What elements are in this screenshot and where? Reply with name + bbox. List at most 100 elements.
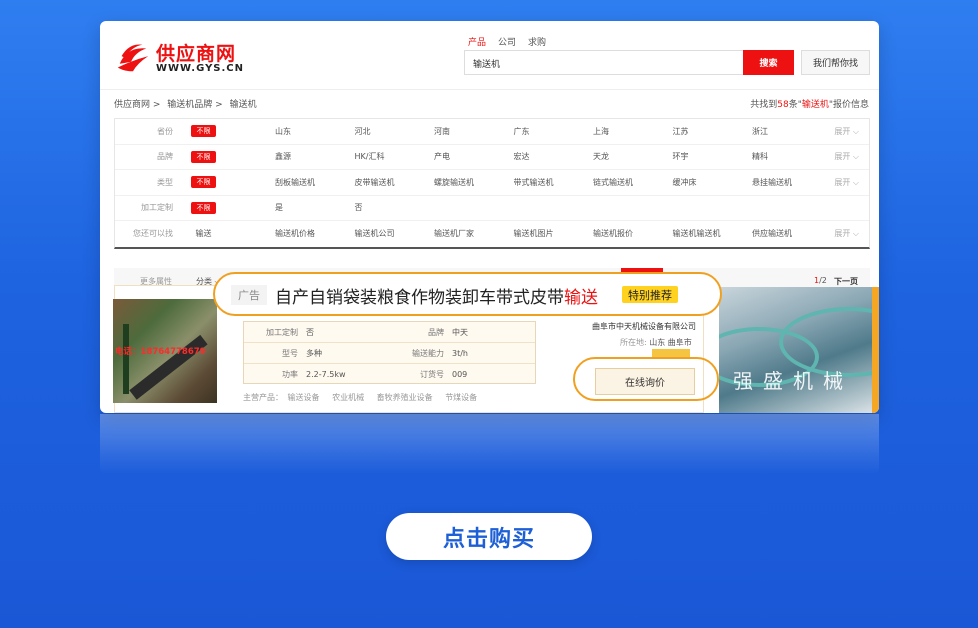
filter-option[interactable]: 刮板输送机	[275, 177, 355, 188]
spec-key: 功率	[282, 370, 298, 379]
filter-option[interactable]: 浙江	[752, 126, 832, 137]
inquiry-highlight-ring	[573, 357, 719, 401]
filter-option[interactable]: 悬挂输送机	[752, 177, 832, 188]
related-link[interactable]: 输送机价格	[275, 228, 355, 239]
filter-option[interactable]: 宏达	[514, 151, 594, 162]
tab-companies[interactable]: 公司	[498, 35, 516, 48]
related-link[interactable]: 输送机报价	[593, 228, 673, 239]
search-input[interactable]: 输送机	[464, 50, 744, 75]
filter-option[interactable]: 天龙	[593, 151, 673, 162]
filter-option[interactable]: 鑫源	[275, 151, 355, 162]
filter-options: 鑫源 HK/汇科 产电 宏达 天龙 环宇 精科	[275, 145, 832, 170]
side-ad-strip	[872, 287, 879, 413]
ad-tag: 广告	[231, 285, 267, 305]
filter-option[interactable]: 否	[355, 202, 435, 213]
filter-option[interactable]: HK/汇科	[355, 151, 435, 162]
spec-value: 009	[452, 370, 468, 379]
filter-row-province: 省份 不限 山东 河北 河南 广东 上海 江苏 浙江 展开 ⌵	[115, 119, 869, 145]
filter-option[interactable]: 缓冲床	[673, 177, 753, 188]
next-page-button[interactable]: 下一页	[834, 276, 858, 287]
breadcrumb-home[interactable]: 供应商网 >	[114, 100, 160, 110]
spec-key: 加工定制	[266, 327, 298, 337]
main-products-label: 主营产品：	[243, 393, 283, 402]
ad-banner[interactable]: 广告 自产自销袋装粮食作物装卸车带式皮带输送 特别推荐	[213, 272, 722, 316]
expand-button[interactable]: 展开 ⌵	[834, 177, 859, 188]
browser-card: 供应商网 WWW.GYS.CN 产品 公司 求购 输送机 搜索 我们帮你找 供应…	[100, 21, 879, 413]
ad-title: 自产自销袋装粮食作物装卸车带式皮带输送	[275, 283, 598, 308]
breadcrumb-brand[interactable]: 输送机品牌 >	[167, 100, 222, 110]
filter-option[interactable]: 链式输送机	[593, 177, 673, 188]
company-location: 所在地: 山东 曲阜市	[620, 337, 692, 348]
filter-option[interactable]: 是	[275, 202, 355, 213]
spec-key: 订货号	[420, 370, 444, 379]
spec-key: 型号	[282, 348, 298, 358]
expand-button[interactable]: 展开 ⌵	[834, 126, 859, 137]
main-product-link[interactable]: 农业机械	[332, 393, 364, 402]
filter-option[interactable]: 精科	[752, 151, 832, 162]
filter-option[interactable]: 河南	[434, 126, 514, 137]
filter-option[interactable]: 环宇	[673, 151, 753, 162]
spec-table: 加工定制 否 品牌 中天 型号 多种 输送能力 3t/h 功率 2.2-7.5k…	[243, 321, 536, 384]
filter-unlimited-badge[interactable]: 不限	[191, 150, 216, 163]
related-link[interactable]: 输送	[191, 228, 216, 240]
related-link[interactable]: 输送机厂家	[434, 228, 514, 239]
product-image[interactable]: 电话：18764778679	[113, 299, 217, 403]
spec-value: 中天	[452, 327, 468, 337]
filter-option[interactable]: 广东	[514, 126, 594, 137]
filter-label: 品牌	[157, 152, 173, 162]
related-link[interactable]: 供应输送机	[752, 228, 832, 239]
side-ad-image[interactable]: 强盛机械	[719, 287, 879, 413]
filter-option[interactable]: 河北	[355, 126, 435, 137]
spec-value: 3t/h	[452, 348, 468, 358]
spec-key: 品牌	[428, 327, 444, 337]
search-button[interactable]: 搜索	[743, 50, 794, 75]
page-indicator: 1/2	[814, 276, 827, 285]
expand-button[interactable]: 展开 ⌵	[834, 151, 859, 162]
main-product-link[interactable]: 节煤设备	[445, 393, 477, 402]
main-products: 主营产品： 输送设备 农业机械 畜牧养殖业设备 节煤设备	[243, 392, 487, 403]
filter-option[interactable]: 山东	[275, 126, 355, 137]
spec-row: 加工定制 否 品牌 中天	[244, 322, 535, 343]
filter-unlimited-badge[interactable]: 不限	[191, 201, 216, 214]
main-product-link[interactable]: 畜牧养殖业设备	[377, 393, 433, 402]
breadcrumb: 供应商网 > 输送机品牌 > 输送机	[114, 97, 261, 110]
site-logo[interactable]: 供应商网 WWW.GYS.CN	[114, 39, 254, 79]
filter-table: 省份 不限 山东 河北 河南 广东 上海 江苏 浙江 展开 ⌵ 品牌 不限 鑫源…	[114, 118, 870, 249]
filter-option[interactable]: 产电	[434, 151, 514, 162]
spec-row: 型号 多种 输送能力 3t/h	[244, 343, 535, 364]
logo-url: WWW.GYS.CN	[156, 63, 245, 74]
expand-button[interactable]: 展开 ⌵	[834, 228, 859, 239]
result-number: 58	[777, 100, 789, 110]
filter-option[interactable]: 上海	[593, 126, 673, 137]
tab-buying[interactable]: 求购	[528, 35, 546, 48]
result-suffix: "报价信息	[828, 100, 869, 110]
related-link[interactable]: 输送机图片	[514, 228, 594, 239]
side-ad-watermark: 强盛机械	[733, 369, 853, 393]
related-link[interactable]: 输送机公司	[355, 228, 435, 239]
tab-products[interactable]: 产品	[468, 35, 486, 48]
filter-option[interactable]: 江苏	[673, 126, 753, 137]
filter-label: 您还可以找	[133, 229, 173, 239]
spec-row: 功率 2.2-7.5kw 订货号 009	[244, 364, 535, 385]
special-recommend-badge: 特别推荐	[622, 286, 678, 303]
filter-label: 加工定制	[141, 203, 173, 213]
related-link[interactable]: 输送机输送机	[673, 228, 753, 239]
main-product-link[interactable]: 输送设备	[288, 393, 320, 402]
result-prefix: 共找到	[750, 100, 778, 110]
filter-unlimited-badge[interactable]: 不限	[191, 176, 216, 189]
filter-option[interactable]: 带式输送机	[514, 177, 594, 188]
buy-now-button[interactable]: 点击购买	[386, 513, 592, 560]
filter-row-brand: 品牌 不限 鑫源 HK/汇科 产电 宏达 天龙 环宇 精科 展开 ⌵	[115, 145, 869, 170]
spec-value: 2.2-7.5kw	[306, 370, 346, 379]
filter-options: 输送机价格 输送机公司 输送机厂家 输送机图片 输送机报价 输送机输送机 供应输…	[275, 221, 832, 247]
company-name[interactable]: 曲阜市中天机械设备有限公司	[592, 321, 696, 332]
logo-text: 供应商网	[156, 43, 237, 65]
help-find-button[interactable]: 我们帮你找	[801, 50, 870, 75]
search-tabs: 产品 公司 求购	[468, 35, 546, 48]
filter-option[interactable]: 螺旋输送机	[434, 177, 514, 188]
location-label: 所在地:	[620, 338, 647, 347]
filter-row-type: 类型 不限 刮板输送机 皮带输送机 螺旋输送机 带式输送机 链式输送机 缓冲床 …	[115, 170, 869, 196]
filter-unlimited-badge[interactable]: 不限	[191, 125, 216, 138]
filter-option[interactable]: 皮带输送机	[355, 177, 435, 188]
spec-value: 多种	[306, 348, 322, 358]
